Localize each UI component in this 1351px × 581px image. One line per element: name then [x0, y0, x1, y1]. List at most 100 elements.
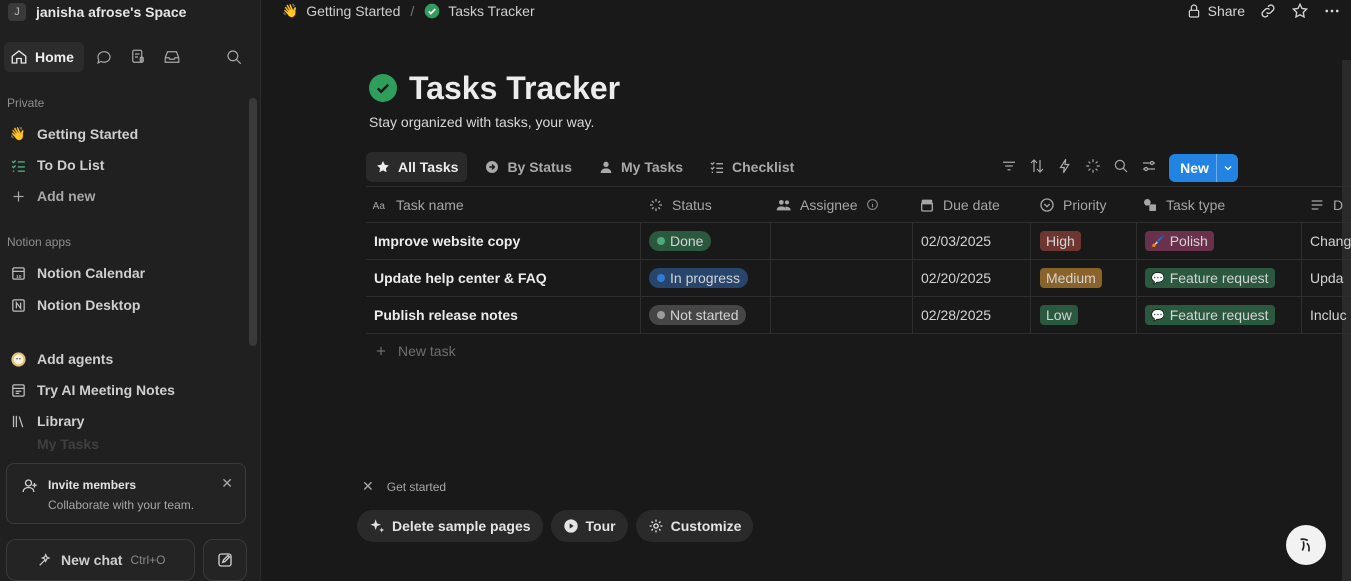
task-type-cell[interactable]: 💬 Feature request: [1136, 297, 1301, 333]
share-button[interactable]: Share: [1186, 3, 1245, 19]
sidebar-item-getting-started[interactable]: 👋 Getting Started: [6, 120, 244, 148]
column-header-description[interactable]: D: [1309, 187, 1351, 222]
sidebar-item-notion-desktop[interactable]: Notion Desktop: [6, 291, 244, 319]
column-header-priority[interactable]: Priority: [1039, 187, 1139, 222]
breadcrumb-label: Tasks Tracker: [448, 3, 535, 19]
chat-button[interactable]: [90, 43, 118, 71]
meeting-notes-icon: [132, 49, 144, 63]
task-type-label: Feature request: [1169, 270, 1269, 286]
breadcrumb-item-getting-started[interactable]: 👋 Getting Started: [282, 3, 400, 19]
assignee-cell[interactable]: [770, 297, 912, 333]
notion-ai-face-icon: [1300, 538, 1310, 552]
status-cell[interactable]: Not started: [640, 297, 770, 333]
chevron-down-icon[interactable]: [1216, 154, 1238, 182]
close-icon[interactable]: ✕: [362, 478, 374, 495]
status-cell[interactable]: Done: [640, 223, 770, 259]
checklist-icon: [9, 156, 27, 174]
status-cell[interactable]: In progress: [640, 260, 770, 296]
assignee-cell[interactable]: [770, 223, 912, 259]
priority-cell[interactable]: Medium: [1030, 260, 1136, 296]
sidebar-item-notion-calendar[interactable]: 10 Notion Calendar: [6, 259, 244, 287]
tab-by-status[interactable]: By Status: [475, 152, 581, 182]
new-button[interactable]: New: [1169, 154, 1238, 182]
meeting-notes-button[interactable]: [124, 43, 152, 71]
page-title[interactable]: Tasks Tracker: [409, 70, 620, 107]
task-name-cell[interactable]: Improve website copy: [366, 223, 640, 259]
customize-button[interactable]: Customize: [635, 510, 754, 542]
inbox-button[interactable]: [158, 43, 186, 71]
priority-tag: Medium: [1040, 268, 1102, 288]
ai-sparkle-icon[interactable]: [1084, 157, 1102, 175]
automation-icon[interactable]: [1056, 157, 1074, 175]
priority-label: High: [1046, 233, 1075, 249]
column-header-assignee[interactable]: Assignee: [776, 187, 910, 222]
description-cell[interactable]: Incluc: [1301, 297, 1351, 333]
more-icon[interactable]: [1323, 2, 1341, 20]
info-icon[interactable]: [866, 198, 879, 211]
help-button[interactable]: [1286, 525, 1326, 565]
table-row[interactable]: Update help center & FAQ In progress 02/…: [366, 260, 1351, 297]
check-circle-icon[interactable]: [369, 74, 397, 102]
assignee-cell[interactable]: [770, 260, 912, 296]
share-label: Share: [1207, 3, 1245, 19]
sidebar-item-ai-meeting-notes[interactable]: Try AI Meeting Notes: [6, 376, 244, 404]
calendar-icon: 10: [9, 264, 27, 282]
new-chat-button[interactable]: New chat Ctrl+O: [6, 539, 195, 581]
table-row[interactable]: Improve website copy Done 02/03/2025 Hig…: [366, 223, 1351, 260]
sidebar-item-add-new[interactable]: Add new: [6, 182, 244, 210]
status-spinner-icon: [650, 198, 662, 211]
compose-button[interactable]: [203, 539, 247, 581]
page-subtitle[interactable]: Stay organized with tasks, your way.: [369, 114, 594, 130]
sidebar-item-my-tasks[interactable]: My Tasks: [6, 437, 244, 451]
tab-label: My Tasks: [621, 159, 684, 175]
link-icon[interactable]: [1259, 2, 1277, 20]
description-cell[interactable]: Chang: [1301, 223, 1351, 259]
column-header-task-name[interactable]: Aa Task name: [372, 187, 640, 222]
task-name: Publish release notes: [374, 307, 518, 323]
home-button[interactable]: Home: [4, 42, 84, 72]
tour-button[interactable]: Tour: [550, 510, 628, 542]
view-tabs: All Tasks By Status My Tasks Checklist: [366, 152, 803, 182]
delete-sample-pages-button[interactable]: Delete sample pages: [357, 510, 543, 542]
breadcrumb-separator: /: [410, 3, 415, 19]
tab-all-tasks[interactable]: All Tasks: [366, 152, 468, 182]
workspace-switcher[interactable]: J janisha afrose's Space: [8, 2, 186, 22]
invite-members-card[interactable]: Invite members Collaborate with your tea…: [6, 463, 246, 524]
column-label: D: [1333, 196, 1344, 213]
description-cell[interactable]: Upda: [1301, 260, 1351, 296]
priority-cell[interactable]: High: [1030, 223, 1136, 259]
ai-sparkle-icon: [39, 553, 51, 566]
due-date-cell[interactable]: 02/28/2025: [912, 297, 1030, 333]
filter-icon[interactable]: [1000, 157, 1018, 175]
sidebar-item-library[interactable]: Library: [6, 407, 244, 435]
task-type-cell[interactable]: 🖌️ Polish: [1136, 223, 1301, 259]
column-header-due-date[interactable]: Due date: [919, 187, 1031, 222]
close-icon[interactable]: ✕: [221, 475, 233, 492]
priority-cell[interactable]: Low: [1030, 297, 1136, 333]
task-type-cell[interactable]: 💬 Feature request: [1136, 260, 1301, 296]
column-header-status[interactable]: Status: [648, 187, 770, 222]
sidebar-scrollbar[interactable]: [249, 98, 257, 346]
settings-sliders-icon[interactable]: [1140, 157, 1158, 175]
breadcrumb-item-tasks-tracker[interactable]: Tasks Tracker: [424, 3, 535, 19]
sidebar-item-add-agents[interactable]: Add agents: [6, 345, 244, 373]
sort-icon[interactable]: [1028, 157, 1046, 175]
column-header-task-type[interactable]: Task type: [1142, 187, 1302, 222]
tab-checklist[interactable]: Checklist: [700, 152, 803, 182]
status-label: Not started: [670, 307, 739, 323]
sidebar-item-label: My Tasks: [37, 437, 99, 451]
table-row[interactable]: Publish release notes Not started 02/28/…: [366, 297, 1351, 334]
task-name-cell[interactable]: Update help center & FAQ: [366, 260, 640, 296]
search-icon[interactable]: [1112, 157, 1130, 175]
due-date-cell[interactable]: 02/03/2025: [912, 223, 1030, 259]
task-name-cell[interactable]: Publish release notes: [366, 297, 640, 333]
star-icon[interactable]: [1291, 2, 1309, 20]
tab-my-tasks[interactable]: My Tasks: [589, 152, 692, 182]
new-task-row[interactable]: New task: [374, 343, 456, 359]
sidebar-item-label: To Do List: [37, 157, 105, 173]
tab-label: All Tasks: [398, 159, 459, 175]
sidebar-item-to-do-list[interactable]: To Do List: [6, 151, 244, 179]
due-date-cell[interactable]: 02/20/2025: [912, 260, 1030, 296]
search-button[interactable]: [220, 43, 248, 71]
task-type-icon: 💬: [1151, 309, 1165, 322]
